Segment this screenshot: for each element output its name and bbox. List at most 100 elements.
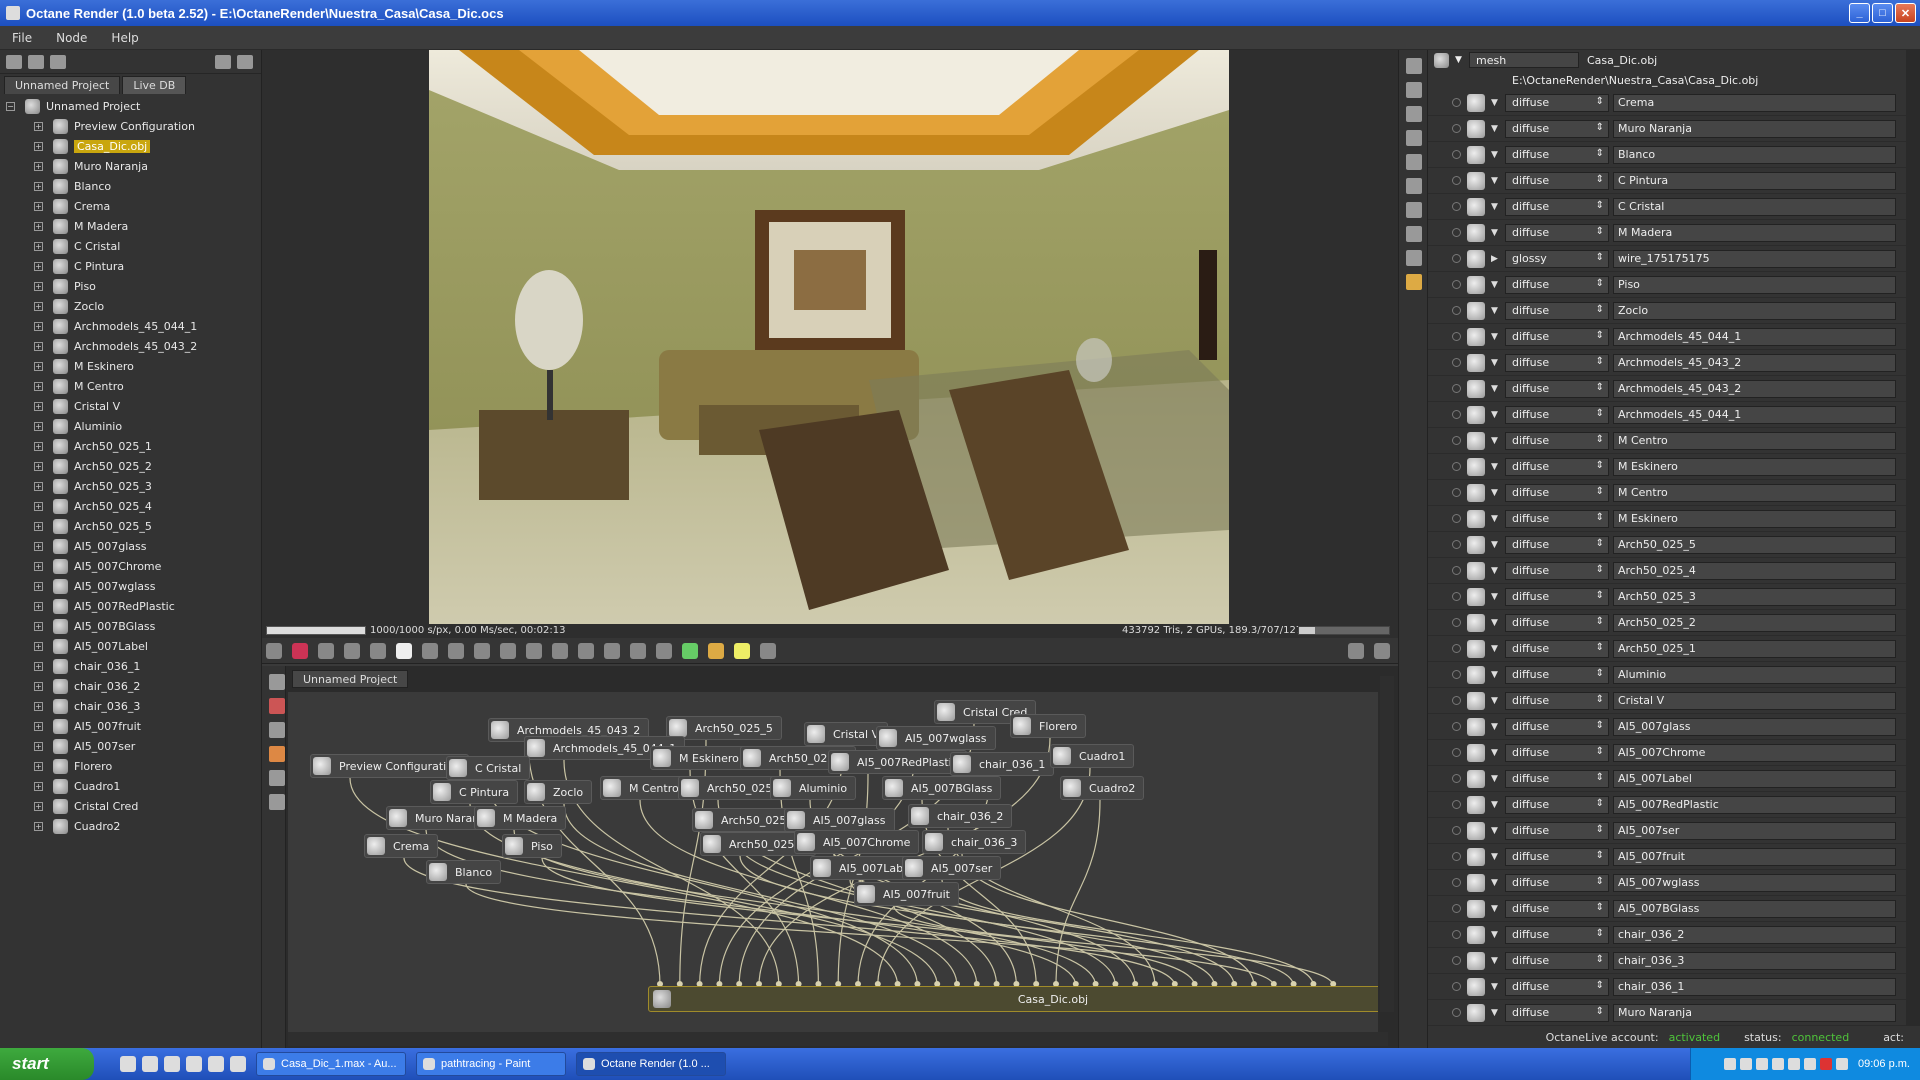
material-name[interactable]: Aluminio	[1613, 665, 1896, 684]
tree-item[interactable]: + Arch50_025_3	[6, 476, 261, 496]
pause-icon[interactable]	[370, 642, 386, 659]
expand-icon[interactable]: +	[34, 781, 43, 791]
material-type-select[interactable]: diffuse	[1505, 613, 1609, 632]
material-name[interactable]: Cristal V	[1613, 691, 1896, 710]
node-graph-canvas[interactable]: Casa_Dic.obj Archmodels_45_043_2 Arch50_0…	[288, 692, 1378, 1032]
wrench-icon[interactable]	[215, 54, 231, 69]
tree-item[interactable]: + AI5_007ser	[6, 736, 261, 756]
expand-arrow-icon[interactable]: ▼	[1491, 982, 1505, 992]
material-type-select[interactable]: glossy	[1505, 249, 1609, 268]
stop-icon[interactable]	[604, 642, 620, 659]
material-radio[interactable]	[1452, 228, 1461, 237]
image-icon[interactable]	[1406, 130, 1422, 146]
expand-icon[interactable]: +	[34, 541, 43, 551]
expand-icon[interactable]: +	[34, 181, 43, 191]
material-radio[interactable]	[1452, 800, 1461, 809]
collapse-icon[interactable]: −	[6, 101, 15, 111]
material-name[interactable]: Archmodels_45_043_2	[1613, 379, 1896, 398]
play-icon[interactable]	[396, 642, 412, 659]
expand-arrow-icon[interactable]: ▼	[1491, 98, 1505, 108]
material-row[interactable]: ▼diffuseM Eskinero	[1428, 454, 1906, 480]
tree-item[interactable]: + Muro Naranja	[6, 156, 261, 176]
material-radio[interactable]	[1452, 150, 1461, 159]
material-radio[interactable]	[1452, 254, 1461, 263]
material-type-select[interactable]: diffuse	[1505, 951, 1609, 970]
material-icon[interactable]	[1406, 274, 1422, 290]
material-row[interactable]: ▼diffuseBlanco	[1428, 142, 1906, 168]
material-radio[interactable]	[1452, 644, 1461, 653]
material-radio[interactable]	[1452, 358, 1461, 367]
fullscreen-icon[interactable]	[1374, 642, 1390, 659]
expand-arrow-icon[interactable]: ▼	[1491, 800, 1505, 810]
minimize-button[interactable]: _	[1849, 3, 1870, 23]
material-type-select[interactable]: diffuse	[1505, 457, 1609, 476]
material-type-select[interactable]: diffuse	[1505, 301, 1609, 320]
screenshot-icon[interactable]	[266, 642, 282, 659]
material-radio[interactable]	[1452, 98, 1461, 107]
material-type-select[interactable]: diffuse	[1505, 483, 1609, 502]
graph-node[interactable]: AI5_007RedPlastic	[828, 750, 967, 774]
material-type-select[interactable]: diffuse	[1505, 405, 1609, 424]
export-icon[interactable]	[682, 642, 698, 659]
material-name[interactable]: C Pintura	[1613, 171, 1896, 190]
expand-arrow-icon[interactable]: ▼	[1491, 852, 1505, 862]
material-name[interactable]: M Madera	[1613, 223, 1896, 242]
settings-icon[interactable]	[1406, 154, 1422, 170]
tree-item[interactable]: + Arch50_025_4	[6, 496, 261, 516]
folder-icon[interactable]	[164, 1056, 180, 1072]
material-type-select[interactable]: diffuse	[1505, 93, 1609, 112]
expand-icon[interactable]: +	[34, 121, 43, 131]
tree-item[interactable]: + AI5_007BGlass	[6, 616, 261, 636]
material-type-select[interactable]: diffuse	[1505, 587, 1609, 606]
tree-item[interactable]: + AI5_007fruit	[6, 716, 261, 736]
graph-node[interactable]: AI5_007BGlass	[882, 776, 1002, 800]
media-icon[interactable]	[208, 1056, 224, 1072]
expand-icon[interactable]: +	[34, 521, 43, 531]
material-type-select[interactable]: diffuse	[1505, 691, 1609, 710]
expand-icon[interactable]: +	[34, 401, 43, 411]
material-type-select[interactable]: diffuse	[1505, 977, 1609, 996]
expand-icon[interactable]: +	[34, 581, 43, 591]
material-row[interactable]: ▼diffuseArchmodels_45_043_2	[1428, 376, 1906, 402]
material-row[interactable]: ▼diffuseArchmodels_45_044_1	[1428, 402, 1906, 428]
expand-arrow-icon[interactable]: ▼	[1491, 826, 1505, 836]
material-radio[interactable]	[1452, 332, 1461, 341]
material-row[interactable]: ▼diffuseArch50_025_5	[1428, 532, 1906, 558]
layers-icon[interactable]	[1406, 82, 1422, 98]
material-row[interactable]: ▶glossywire_175175175	[1428, 246, 1906, 272]
expand-icon[interactable]: +	[34, 221, 43, 231]
material-type-select[interactable]: diffuse	[1505, 275, 1609, 294]
material-name[interactable]: M Centro	[1613, 431, 1896, 450]
expand-icon[interactable]: +	[34, 281, 43, 291]
expand-icon[interactable]: +	[34, 801, 43, 811]
tree-item[interactable]: + chair_036_3	[6, 696, 261, 716]
expand-arrow-icon[interactable]: ▼	[1491, 774, 1505, 784]
wrench-icon[interactable]	[1348, 642, 1364, 659]
expand-icon[interactable]: +	[34, 561, 43, 571]
material-type-select[interactable]: diffuse	[1505, 561, 1609, 580]
graph-node[interactable]: chair_036_1	[950, 752, 1055, 776]
tray-icon[interactable]	[1772, 1058, 1785, 1070]
material-row[interactable]: ▼diffuseAI5_007Label	[1428, 766, 1906, 792]
material-type-select[interactable]: diffuse	[1505, 665, 1609, 684]
expand-arrow-icon[interactable]: ▼	[1491, 332, 1505, 342]
expand-icon[interactable]: +	[34, 641, 43, 651]
material-row[interactable]: ▼diffuseZoclo	[1428, 298, 1906, 324]
tree-item[interactable]: + C Cristal	[6, 236, 261, 256]
material-type-select[interactable]: diffuse	[1505, 509, 1609, 528]
expand-arrow-icon[interactable]: ▼	[1491, 618, 1505, 628]
expand-arrow-icon[interactable]: ▼	[1491, 150, 1505, 160]
tree-item[interactable]: + Preview Configuration	[6, 116, 261, 136]
graph-node[interactable]: Aluminio	[770, 776, 857, 800]
expand-arrow-icon[interactable]: ▼	[1491, 956, 1505, 966]
material-type-select[interactable]: diffuse	[1505, 795, 1609, 814]
material-name[interactable]: Arch50_025_1	[1613, 639, 1896, 658]
material-radio[interactable]	[1452, 878, 1461, 887]
expand-arrow-icon[interactable]: ▼	[1491, 124, 1505, 134]
render-target-icon[interactable]	[1406, 202, 1422, 218]
material-row[interactable]: ▼diffuseAI5_007fruit	[1428, 844, 1906, 870]
outliner-icon[interactable]	[6, 54, 22, 69]
expand-arrow-icon[interactable]: ▼	[1491, 748, 1505, 758]
tree-item[interactable]: + chair_036_1	[6, 656, 261, 676]
material-row[interactable]: ▼diffuseArchmodels_45_044_1	[1428, 324, 1906, 350]
